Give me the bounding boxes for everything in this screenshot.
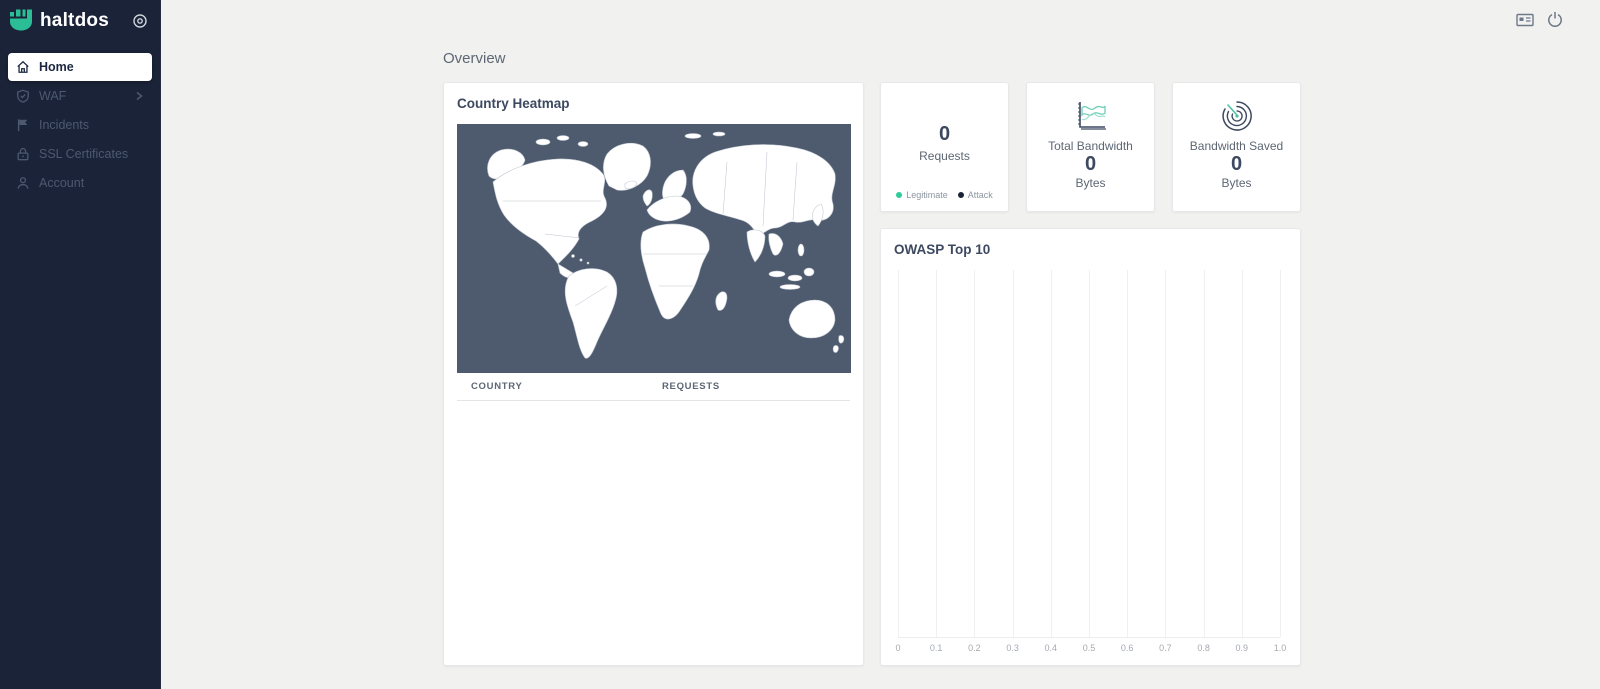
left-column: Country Heatmap [443, 82, 864, 666]
legend-item: Attack [958, 190, 993, 200]
world-map-container [457, 124, 850, 373]
requests-value: 0 [939, 123, 950, 146]
chart-tick-label: 0.8 [1197, 643, 1210, 653]
chart-gridline [1051, 270, 1052, 637]
chart-gridline [936, 270, 937, 637]
owasp-chart-grid [898, 270, 1280, 638]
legend-dot [896, 192, 902, 198]
country-table-header: COUNTRY REQUESTS [457, 381, 850, 401]
requests-legend: Legitimate Attack [881, 190, 1008, 200]
requests-stat-card: 0 Requests Legitimate Attack [880, 82, 1009, 212]
shield-check-icon [16, 89, 30, 103]
spiral-icon [1218, 96, 1256, 136]
chart-tick-label: 0 [895, 643, 900, 653]
country-heatmap-card: Country Heatmap [443, 82, 864, 666]
haltdos-logo-icon [9, 9, 34, 32]
total-bandwidth-title: Total Bandwidth [1048, 139, 1133, 153]
owasp-card-title: OWASP Top 10 [894, 242, 1287, 257]
area-chart-icon [1072, 96, 1110, 136]
profile-card-icon[interactable] [1516, 12, 1534, 28]
sidebar-item-ssl-certificates[interactable]: SSL Certificates [8, 140, 152, 168]
heatmap-card-title: Country Heatmap [457, 96, 850, 111]
legend-item: Legitimate [896, 190, 948, 200]
sidebar-item-label: WAF [39, 89, 66, 103]
chart-tick-label: 0.7 [1159, 643, 1172, 653]
owasp-chart-ticks: 00.10.20.30.40.50.60.70.80.91.0 [898, 643, 1280, 657]
logo-row: haltdos [0, 0, 160, 40]
chart-gridline [1127, 270, 1128, 637]
sidebar-item-waf[interactable]: WAF [8, 82, 152, 110]
chart-tick-label: 0.2 [968, 643, 981, 653]
bandwidth-saved-unit: Bytes [1221, 176, 1251, 190]
sidebar-pin-icon[interactable] [132, 13, 148, 29]
sidebar-item-label: SSL Certificates [39, 147, 128, 161]
requests-label: Requests [919, 149, 970, 163]
chart-gridline [1204, 270, 1205, 637]
chart-gridline [1242, 270, 1243, 637]
stats-row: 0 Requests Legitimate Attack [880, 82, 1301, 212]
topbar-actions [1516, 11, 1563, 28]
total-bandwidth-value: 0 [1085, 153, 1096, 176]
chart-tick-label: 0.1 [930, 643, 943, 653]
total-bandwidth-unit: Bytes [1075, 176, 1105, 190]
chart-gridline [1089, 270, 1090, 637]
user-icon [16, 176, 30, 190]
chart-gridline [898, 270, 899, 637]
sidebar-nav: Home WAF Incidents SS [0, 53, 160, 197]
page-title: Overview [443, 50, 1303, 67]
flag-icon [16, 118, 30, 132]
chart-tick-label: 0.3 [1006, 643, 1019, 653]
sidebar-item-incidents[interactable]: Incidents [8, 111, 152, 139]
world-map[interactable] [457, 124, 851, 373]
chart-tick-label: 0.5 [1083, 643, 1096, 653]
chart-gridline [1280, 270, 1281, 637]
chart-gridline [1013, 270, 1014, 637]
bandwidth-saved-value: 0 [1231, 153, 1242, 176]
column-header-country: COUNTRY [457, 381, 662, 392]
sidebar-item-label: Home [39, 60, 74, 74]
lock-icon [16, 147, 30, 161]
column-header-requests: REQUESTS [662, 381, 720, 392]
home-icon [16, 60, 30, 74]
right-column: 0 Requests Legitimate Attack [880, 82, 1301, 666]
power-icon[interactable] [1547, 11, 1563, 28]
chevron-right-icon [134, 91, 144, 101]
legend-dot [958, 192, 964, 198]
owasp-top10-card: OWASP Top 10 0 0.1 0.2 0.3 0.4 0.5 0.6 0.7 0.8 0.… [880, 228, 1301, 666]
total-bandwidth-card: Total Bandwidth 0 Bytes [1026, 82, 1155, 212]
bandwidth-saved-card: Bandwidth Saved 0 Bytes [1172, 82, 1301, 212]
sidebar-item-label: Incidents [39, 118, 89, 132]
sidebar-item-label: Account [39, 176, 84, 190]
chart-tick-label: 1.0 [1274, 643, 1287, 653]
sidebar-item-account[interactable]: Account [8, 169, 152, 197]
main-content: Overview Country Heatmap [443, 0, 1303, 666]
sidebar-item-home[interactable]: Home [8, 53, 152, 81]
chart-gridline [1165, 270, 1166, 637]
chart-tick-label: 0.6 [1121, 643, 1134, 653]
chart-tick-label: 0.9 [1236, 643, 1249, 653]
chart-gridline [974, 270, 975, 637]
bandwidth-saved-title: Bandwidth Saved [1190, 139, 1283, 153]
sidebar: haltdos Home WAF [0, 0, 161, 689]
brand-name: haltdos [40, 10, 109, 32]
chart-tick-label: 0.4 [1045, 643, 1058, 653]
